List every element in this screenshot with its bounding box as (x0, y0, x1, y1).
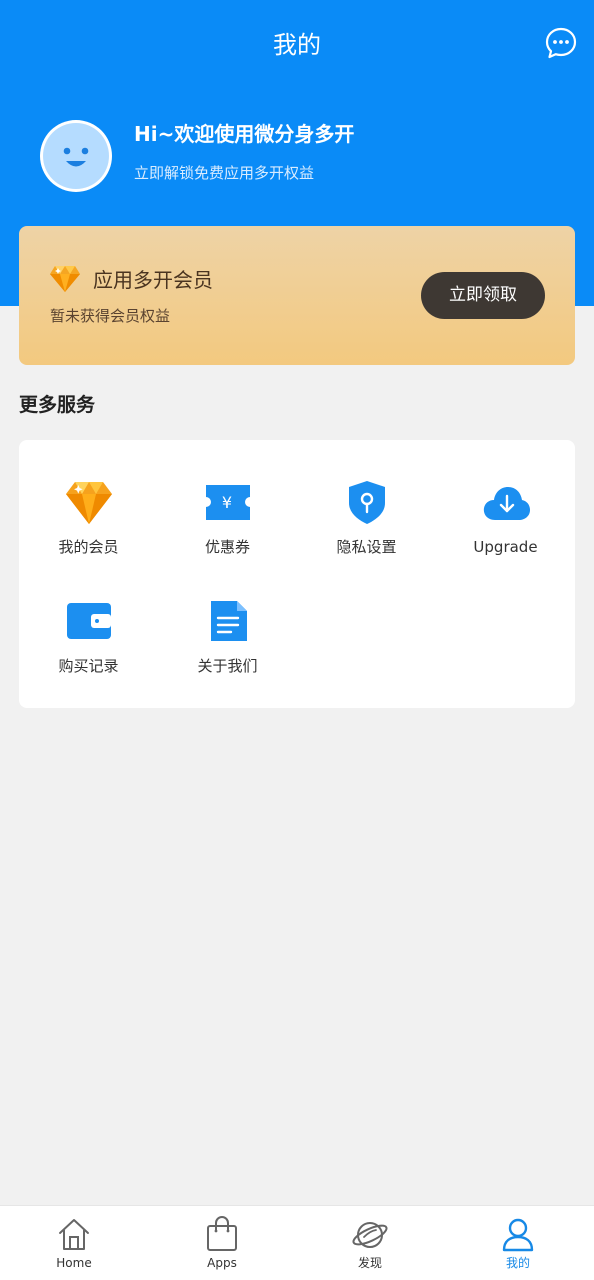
shopping-bag-icon (207, 1216, 237, 1251)
home-icon (59, 1219, 89, 1250)
planet-icon (352, 1222, 388, 1248)
service-upgrade[interactable]: Upgrade (436, 480, 575, 580)
service-coupons[interactable]: ¥ 优惠券 (158, 480, 297, 580)
diamond-icon (50, 266, 80, 292)
nav-label: 我的 (505, 1256, 530, 1270)
cloud-download-icon (483, 487, 530, 520)
avatar-face (43, 123, 109, 189)
coupon-icon: ¥ (206, 485, 250, 520)
service-purchase-history[interactable]: 购买记录 (19, 599, 158, 699)
services-grid: 我的会员 ¥ 优惠券 隐私设置 Upgrade 购买记录 关于我们 (19, 440, 575, 708)
diamond-icon (66, 482, 112, 524)
nav-item-home[interactable]: Home (0, 1206, 148, 1280)
greeting-text: Hi~欢迎使用微分身多开 (134, 122, 355, 146)
user-icon (502, 1218, 534, 1252)
shield-lock-icon (349, 481, 385, 524)
nav-item-discover[interactable]: 发现 (296, 1206, 444, 1280)
member-card-status: 暂未获得会员权益 (50, 307, 171, 325)
service-my-membership[interactable]: 我的会员 (19, 480, 158, 580)
service-label: 隐私设置 (336, 538, 397, 556)
service-privacy-settings[interactable]: 隐私设置 (297, 480, 436, 580)
message-button[interactable] (544, 26, 578, 60)
service-about-us[interactable]: 关于我们 (158, 599, 297, 699)
nav-item-apps[interactable]: Apps (148, 1206, 296, 1280)
service-label: Upgrade (473, 538, 538, 556)
claim-membership-button[interactable]: 立即领取 (421, 272, 545, 319)
nav-item-mine[interactable]: 我的 (444, 1206, 592, 1280)
avatar[interactable] (40, 120, 112, 192)
wallet-icon (67, 603, 111, 639)
nav-label: 发现 (357, 1256, 382, 1270)
profile-page: 我的 Hi~欢迎使用微分身多开 立即解锁免费应用多开权益 应用多开会员 暂未获得… (0, 0, 594, 1280)
member-card-title: 应用多开会员 (93, 268, 213, 292)
greeting-subtitle[interactable]: 立即解锁免费应用多开权益 (134, 163, 314, 183)
service-label: 我的会员 (58, 538, 119, 556)
document-icon (211, 601, 247, 641)
service-label: 关于我们 (197, 657, 258, 675)
svg-text:¥: ¥ (222, 493, 232, 512)
chat-bubble-icon (545, 27, 577, 59)
smiley-face-icon (63, 147, 89, 167)
nav-label: Home (56, 1256, 92, 1270)
member-card[interactable]: 应用多开会员 暂未获得会员权益 立即领取 (19, 226, 575, 365)
page-title: 我的 (273, 31, 321, 59)
service-label: 购买记录 (58, 657, 119, 675)
nav-label: Apps (207, 1256, 237, 1270)
bottom-navigation: Home Apps 发现 我的 (0, 1205, 594, 1280)
more-services-title: 更多服务 (19, 394, 96, 416)
service-label: 优惠券 (204, 538, 250, 556)
